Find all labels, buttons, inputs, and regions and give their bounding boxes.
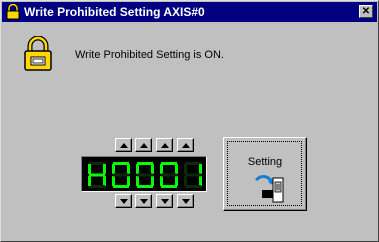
- segment-c: [103, 176, 106, 186]
- segment-f: [160, 164, 163, 174]
- digit-1-decrement-button[interactable]: [115, 194, 132, 208]
- digit-3-increment-button[interactable]: [156, 138, 173, 152]
- segment-g: [113, 173, 129, 177]
- segment-a: [161, 162, 177, 165]
- arrow-down-icon: [181, 198, 190, 204]
- segment-g: [185, 173, 201, 177]
- segment-a: [185, 162, 201, 165]
- setting-button[interactable]: Setting: [223, 137, 307, 211]
- segment-d: [185, 185, 201, 188]
- digit-2-decrement-button[interactable]: [135, 194, 152, 208]
- segment-d: [113, 185, 129, 188]
- segment-g: [161, 173, 177, 177]
- digit-0: [88, 162, 106, 188]
- digit-3: [160, 162, 178, 188]
- window-title: Write Prohibited Setting AXIS#0: [24, 5, 205, 19]
- arrow-up-icon: [119, 142, 128, 148]
- segment-e: [136, 176, 139, 186]
- digit-4-decrement-button[interactable]: [177, 194, 194, 208]
- arrow-up-icon: [139, 142, 148, 148]
- segment-d: [89, 185, 105, 188]
- segment-b: [199, 164, 202, 174]
- close-button[interactable]: ✕: [359, 5, 373, 18]
- arrow-down-icon: [119, 198, 128, 204]
- segment-c: [151, 176, 154, 186]
- digit-2-increment-button[interactable]: [135, 138, 152, 152]
- digit-1: [112, 162, 130, 188]
- arrow-down-icon: [139, 198, 148, 204]
- title-bar[interactable]: Write Prohibited Setting AXIS#0 ✕: [2, 2, 377, 22]
- segment-d: [137, 185, 153, 188]
- segment-d: [161, 185, 177, 188]
- segment-c: [127, 176, 130, 186]
- seven-segment-display: [81, 156, 207, 192]
- segment-b: [103, 164, 106, 174]
- segment-c: [199, 176, 202, 186]
- segment-a: [89, 162, 105, 165]
- segment-e: [112, 176, 115, 186]
- digit-4-increment-button[interactable]: [177, 138, 194, 152]
- segment-f: [88, 164, 91, 174]
- arrow-up-icon: [181, 142, 190, 148]
- arrow-down-icon: [160, 198, 169, 204]
- segment-g: [137, 173, 153, 177]
- digit-1-increment-button[interactable]: [115, 138, 132, 152]
- digit-4: [184, 162, 202, 188]
- segment-e: [88, 176, 91, 186]
- lock-icon: [5, 4, 21, 20]
- segment-a: [137, 162, 153, 165]
- segment-c: [175, 176, 178, 186]
- status-message: Write Prohibited Setting is ON.: [75, 49, 224, 61]
- segment-e: [184, 176, 187, 186]
- segment-e: [160, 176, 163, 186]
- segment-f: [112, 164, 115, 174]
- segment-b: [151, 164, 154, 174]
- digit-2: [136, 162, 154, 188]
- segment-b: [175, 164, 178, 174]
- write-prohibited-dialog: Write Prohibited Setting AXIS#0 ✕ Write …: [0, 0, 379, 242]
- segment-b: [127, 164, 130, 174]
- arrow-up-icon: [160, 142, 169, 148]
- setting-button-label: Setting: [247, 156, 283, 168]
- segment-a: [113, 162, 129, 165]
- segment-f: [136, 164, 139, 174]
- write-protect-switch-icon: [254, 172, 286, 204]
- segment-g: [89, 173, 105, 177]
- digit-3-decrement-button[interactable]: [156, 194, 173, 208]
- segment-f: [184, 164, 187, 174]
- lock-icon: [23, 35, 53, 72]
